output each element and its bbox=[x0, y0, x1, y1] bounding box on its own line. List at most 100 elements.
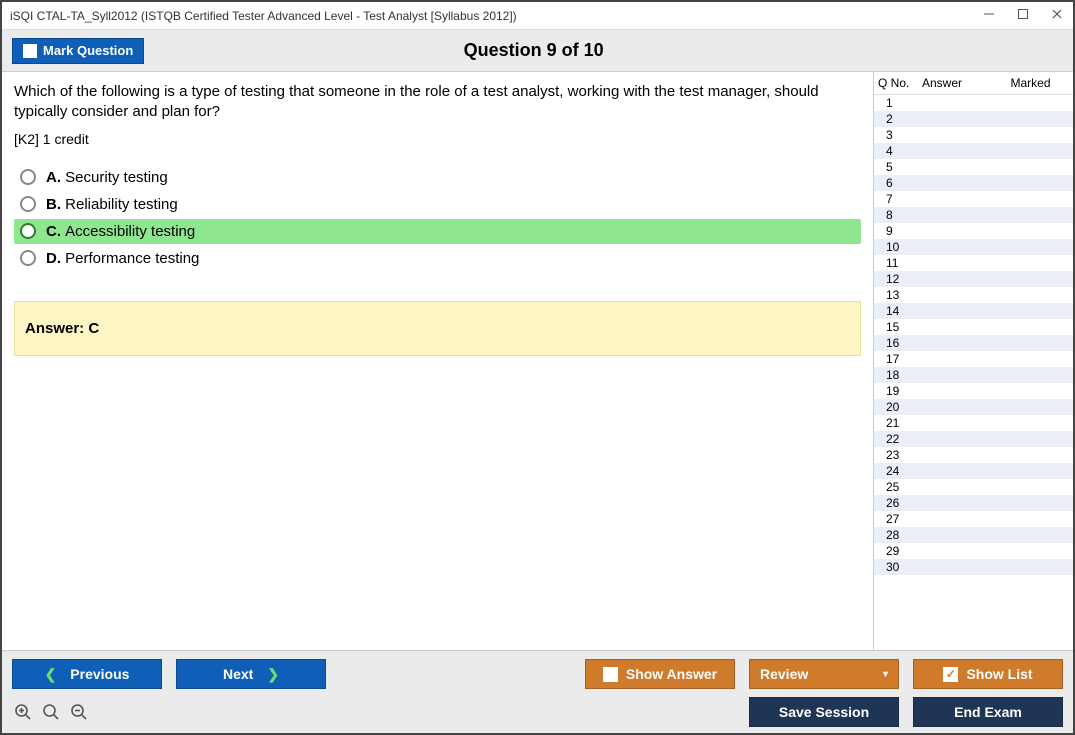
col-answer: Answer bbox=[922, 76, 992, 90]
question-list-row[interactable]: 6 bbox=[874, 175, 1073, 191]
question-list-row[interactable]: 19 bbox=[874, 383, 1073, 399]
row-qno: 25 bbox=[878, 480, 922, 494]
question-list-row[interactable]: 16 bbox=[874, 335, 1073, 351]
option-d[interactable]: D. Performance testing bbox=[14, 246, 861, 271]
next-label: Next bbox=[223, 666, 253, 682]
question-credit: [K2] 1 credit bbox=[14, 131, 861, 147]
question-list-row[interactable]: 30 bbox=[874, 559, 1073, 575]
row-qno: 7 bbox=[878, 192, 922, 206]
previous-button[interactable]: ❮ Previous bbox=[12, 659, 162, 689]
row-qno: 5 bbox=[878, 160, 922, 174]
zoom-reset-icon[interactable] bbox=[40, 701, 62, 723]
question-list-row[interactable]: 20 bbox=[874, 399, 1073, 415]
maximize-icon[interactable] bbox=[1015, 8, 1031, 23]
row-qno: 28 bbox=[878, 528, 922, 542]
row-qno: 12 bbox=[878, 272, 922, 286]
question-list-row[interactable]: 29 bbox=[874, 543, 1073, 559]
question-list-row[interactable]: 11 bbox=[874, 255, 1073, 271]
question-list-row[interactable]: 1 bbox=[874, 95, 1073, 111]
end-exam-label: End Exam bbox=[954, 704, 1022, 720]
question-list-row[interactable]: 25 bbox=[874, 479, 1073, 495]
question-list-row[interactable]: 24 bbox=[874, 463, 1073, 479]
question-list-row[interactable]: 7 bbox=[874, 191, 1073, 207]
radio-icon bbox=[20, 196, 36, 212]
question-list-row[interactable]: 27 bbox=[874, 511, 1073, 527]
row-qno: 1 bbox=[878, 96, 922, 110]
footer-row-1: ❮ Previous Next ❯ Show Answer Review ▾ ✓… bbox=[12, 659, 1063, 689]
show-list-label: Show List bbox=[966, 666, 1032, 682]
chevron-right-icon: ❯ bbox=[267, 666, 279, 683]
option-label: A. Security testing bbox=[46, 169, 168, 186]
close-icon[interactable] bbox=[1049, 8, 1065, 23]
row-qno: 16 bbox=[878, 336, 922, 350]
review-dropdown-button[interactable]: Review ▾ bbox=[749, 659, 899, 689]
zoom-out-icon[interactable] bbox=[68, 701, 90, 723]
review-label: Review bbox=[760, 666, 808, 682]
question-list-row[interactable]: 22 bbox=[874, 431, 1073, 447]
row-qno: 3 bbox=[878, 128, 922, 142]
row-qno: 20 bbox=[878, 400, 922, 414]
next-button[interactable]: Next ❯ bbox=[176, 659, 326, 689]
question-list-body[interactable]: 1234567891011121314151617181920212223242… bbox=[874, 95, 1073, 650]
save-session-label: Save Session bbox=[779, 704, 869, 720]
question-list-row[interactable]: 14 bbox=[874, 303, 1073, 319]
question-list-row[interactable]: 28 bbox=[874, 527, 1073, 543]
row-qno: 4 bbox=[878, 144, 922, 158]
minimize-icon[interactable] bbox=[981, 8, 997, 23]
option-b[interactable]: B. Reliability testing bbox=[14, 192, 861, 217]
row-qno: 14 bbox=[878, 304, 922, 318]
row-qno: 18 bbox=[878, 368, 922, 382]
question-list-row[interactable]: 12 bbox=[874, 271, 1073, 287]
question-list-row[interactable]: 4 bbox=[874, 143, 1073, 159]
col-marked: Marked bbox=[992, 76, 1069, 90]
question-list-row[interactable]: 15 bbox=[874, 319, 1073, 335]
row-qno: 26 bbox=[878, 496, 922, 510]
question-list-row[interactable]: 18 bbox=[874, 367, 1073, 383]
question-list-row[interactable]: 13 bbox=[874, 287, 1073, 303]
row-qno: 9 bbox=[878, 224, 922, 238]
app-window: iSQI CTAL-TA_Syll2012 (ISTQB Certified T… bbox=[0, 0, 1075, 735]
row-qno: 30 bbox=[878, 560, 922, 574]
window-title: iSQI CTAL-TA_Syll2012 (ISTQB Certified T… bbox=[10, 9, 981, 23]
zoom-in-icon[interactable] bbox=[12, 701, 34, 723]
option-a[interactable]: A. Security testing bbox=[14, 165, 861, 190]
question-list-row[interactable]: 23 bbox=[874, 447, 1073, 463]
question-list-row[interactable]: 8 bbox=[874, 207, 1073, 223]
row-qno: 6 bbox=[878, 176, 922, 190]
row-qno: 29 bbox=[878, 544, 922, 558]
options-list: A. Security testing B. Reliability testin… bbox=[14, 165, 861, 271]
question-list-row[interactable]: 2 bbox=[874, 111, 1073, 127]
row-qno: 13 bbox=[878, 288, 922, 302]
col-qno: Q No. bbox=[878, 76, 922, 90]
footer-row-2: Save Session End Exam bbox=[12, 697, 1063, 727]
content-area: Which of the following is a type of test… bbox=[2, 72, 1073, 650]
show-list-button[interactable]: ✓ Show List bbox=[913, 659, 1063, 689]
question-list-row[interactable]: 21 bbox=[874, 415, 1073, 431]
row-qno: 8 bbox=[878, 208, 922, 222]
chevron-left-icon: ❮ bbox=[45, 666, 57, 683]
show-answer-button[interactable]: Show Answer bbox=[585, 659, 735, 689]
radio-icon bbox=[20, 223, 36, 239]
option-label: D. Performance testing bbox=[46, 250, 199, 267]
checkbox-icon bbox=[603, 667, 618, 682]
question-list-row[interactable]: 10 bbox=[874, 239, 1073, 255]
titlebar: iSQI CTAL-TA_Syll2012 (ISTQB Certified T… bbox=[2, 2, 1073, 30]
footer-bar: ❮ Previous Next ❯ Show Answer Review ▾ ✓… bbox=[2, 650, 1073, 733]
caret-down-icon: ▾ bbox=[883, 669, 888, 680]
question-list-row[interactable]: 3 bbox=[874, 127, 1073, 143]
answer-box: Answer: C bbox=[14, 301, 861, 356]
question-counter-title: Question 9 of 10 bbox=[4, 40, 1063, 61]
question-list-row[interactable]: 9 bbox=[874, 223, 1073, 239]
question-list-row[interactable]: 26 bbox=[874, 495, 1073, 511]
save-session-button[interactable]: Save Session bbox=[749, 697, 899, 727]
question-list-row[interactable]: 5 bbox=[874, 159, 1073, 175]
question-list-panel: Q No. Answer Marked 12345678910111213141… bbox=[873, 72, 1073, 650]
header-bar: Mark Question Question 9 of 10 bbox=[2, 30, 1073, 72]
window-controls bbox=[981, 8, 1065, 23]
option-c[interactable]: C. Accessibility testing bbox=[14, 219, 861, 244]
end-exam-button[interactable]: End Exam bbox=[913, 697, 1063, 727]
row-qno: 15 bbox=[878, 320, 922, 334]
radio-icon bbox=[20, 169, 36, 185]
question-list-row[interactable]: 17 bbox=[874, 351, 1073, 367]
row-qno: 22 bbox=[878, 432, 922, 446]
